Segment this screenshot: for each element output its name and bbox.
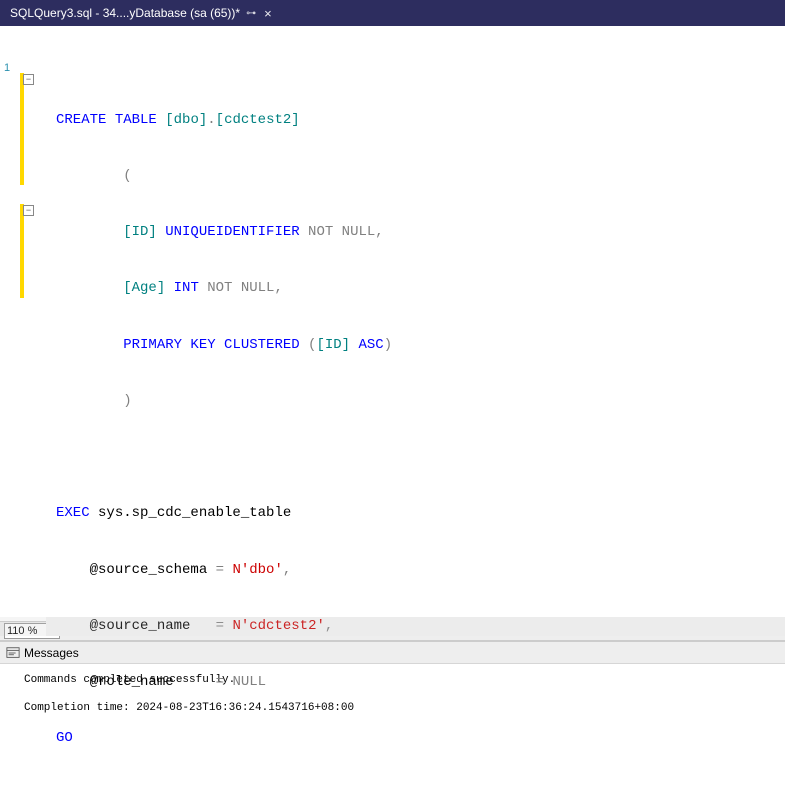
code-line: [ID] UNIQUEIDENTIFIER NOT NULL, — [46, 223, 785, 242]
code-line: [Age] INT NOT NULL, — [46, 279, 785, 298]
code-line: PRIMARY KEY CLUSTERED ([ID] ASC) — [46, 336, 785, 355]
region-marker — [20, 204, 24, 298]
editor-area: 1 − − CREATE TABLE [dbo].[cdctest2] ( [I… — [0, 26, 785, 621]
line-gutter: 1 — [0, 26, 20, 621]
code-line: EXEC sys.sp_cdc_enable_table — [46, 504, 785, 523]
code-line: ) — [46, 392, 785, 411]
messages-icon — [6, 646, 20, 660]
fold-toggle[interactable]: − — [23, 205, 34, 216]
code-line: GO — [46, 729, 785, 748]
tab-bar: SQLQuery3.sql - 34....yDatabase (sa (65)… — [0, 0, 785, 26]
zoom-value: 110 % — [7, 625, 37, 637]
code-line: CREATE TABLE [dbo].[cdctest2] — [46, 111, 785, 130]
outline-gutter: − − — [20, 26, 46, 621]
line-number: 1 — [4, 62, 10, 74]
code-line: ( — [46, 167, 785, 186]
fold-toggle[interactable]: − — [23, 74, 34, 85]
close-icon[interactable]: × — [264, 6, 272, 21]
code-line: @role_name = NULL — [46, 673, 785, 692]
code-editor[interactable]: CREATE TABLE [dbo].[cdctest2] ( [ID] UNI… — [46, 26, 785, 621]
code-line: @source_schema = N'dbo', — [46, 561, 785, 580]
file-tab[interactable]: SQLQuery3.sql - 34....yDatabase (sa (65)… — [2, 0, 280, 26]
pin-icon[interactable]: ⊶ — [246, 8, 256, 19]
tab-title: SQLQuery3.sql - 34....yDatabase (sa (65)… — [10, 6, 240, 20]
region-marker — [20, 73, 24, 185]
code-line — [46, 448, 785, 467]
code-line-current: @source_name = N'cdctest2', — [46, 617, 785, 636]
